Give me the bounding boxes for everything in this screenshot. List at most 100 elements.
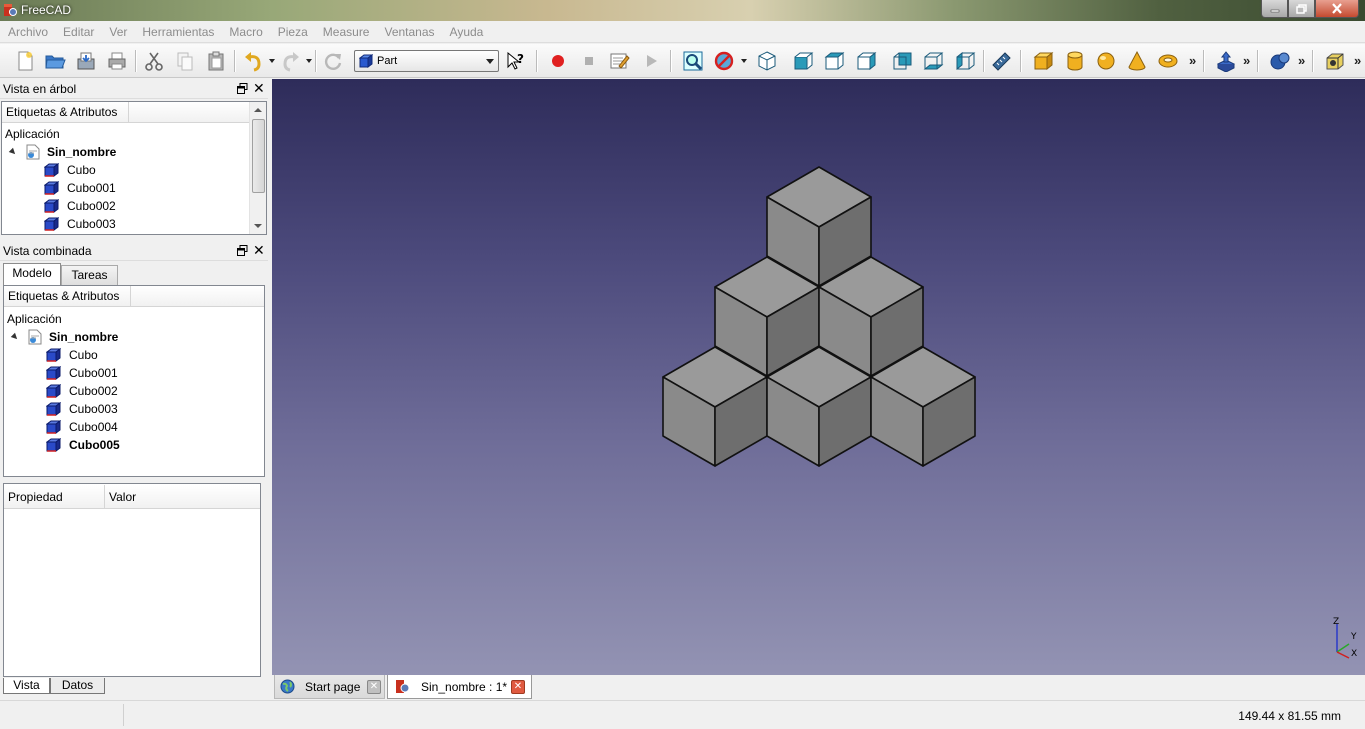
undo-button[interactable] [240, 49, 266, 73]
scroll-up-icon[interactable] [254, 108, 262, 112]
scrollbar-thumb[interactable] [252, 119, 265, 193]
workbench-selector[interactable]: Part [354, 50, 499, 72]
new-document-button[interactable] [12, 49, 38, 73]
sphere-primitive-icon [1097, 52, 1115, 70]
scroll-down-icon[interactable] [254, 224, 262, 228]
view-top-button[interactable] [821, 49, 847, 73]
menu-herramientas[interactable]: Herramientas [134, 21, 221, 43]
float-panel-icon[interactable] [237, 245, 248, 256]
view-rear-button[interactable] [889, 49, 915, 73]
tab-modelo[interactable]: Modelo [3, 263, 61, 285]
close-tab-icon[interactable]: ✕ [511, 680, 525, 694]
menu-macro[interactable]: Macro [221, 21, 269, 43]
menu-ver[interactable]: Ver [101, 21, 134, 43]
measure-button[interactable] [988, 49, 1014, 73]
macro-edit-icon [610, 53, 630, 69]
cut-button[interactable] [141, 49, 167, 73]
expand-arrow-icon[interactable] [10, 332, 20, 342]
whats-this-icon: ? [507, 51, 524, 70]
toolbar-overflow-4[interactable]: » [1354, 53, 1361, 68]
view-isometric-button[interactable] [754, 49, 780, 73]
draw-style-dropdown-icon[interactable] [741, 59, 747, 63]
view-right-button[interactable] [853, 49, 879, 73]
cube-object-icon [46, 384, 61, 398]
part-extrude-button[interactable] [1213, 49, 1239, 73]
toolbar-overflow-3[interactable]: » [1298, 53, 1305, 68]
copy-icon [177, 52, 193, 71]
part-sphere-button[interactable] [1093, 49, 1119, 73]
undo-dropdown-icon[interactable] [269, 59, 275, 63]
model-item-label: Cubo003 [69, 402, 118, 416]
macro-stop-button[interactable] [576, 49, 602, 73]
3d-viewport[interactable]: Z Y X [272, 79, 1365, 675]
part-cylinder-button[interactable] [1062, 49, 1088, 73]
tab-start-page[interactable]: Start page ✕ [274, 675, 385, 699]
paste-button[interactable] [203, 49, 229, 73]
menu-measure[interactable]: Measure [315, 21, 377, 43]
refresh-button[interactable] [320, 49, 346, 73]
property-column[interactable]: Propiedad [4, 485, 105, 509]
restore-button[interactable] [1288, 0, 1315, 18]
cube-object-icon [44, 199, 59, 213]
part-boolean-button[interactable] [1267, 49, 1293, 73]
close-panel-icon[interactable]: ✕ [253, 242, 265, 258]
save-button[interactable] [73, 49, 99, 73]
status-bar: 149.44 x 81.55 mm [0, 700, 1365, 729]
cube-object-icon [46, 402, 61, 416]
labels-attributes-column[interactable]: Etiquetas & Atributos [2, 102, 129, 123]
menu-pieza[interactable]: Pieza [270, 21, 315, 43]
expand-arrow-icon[interactable] [8, 147, 18, 157]
fit-all-button[interactable] [680, 49, 706, 73]
toolbar-overflow-1[interactable]: » [1189, 53, 1196, 68]
model-root-application[interactable]: Aplicación [7, 310, 62, 328]
macro-execute-button[interactable] [638, 49, 664, 73]
part-box-button[interactable] [1030, 49, 1056, 73]
part-chamfer-button[interactable] [1322, 49, 1348, 73]
tab-tareas[interactable]: Tareas [61, 265, 118, 285]
view-left-button[interactable] [952, 49, 978, 73]
whats-this-button[interactable]: ? [502, 49, 528, 73]
tab-datos[interactable]: Datos [50, 678, 105, 694]
part-workbench-icon [359, 54, 373, 68]
redo-button[interactable] [278, 49, 304, 73]
menu-bar: Archivo Editar Ver Herramientas Macro Pi… [0, 21, 1365, 43]
minimize-button[interactable] [1261, 0, 1288, 18]
menu-ayuda[interactable]: Ayuda [442, 21, 491, 43]
model-tree-panel: Etiquetas & Atributos Aplicación Sin_nom… [3, 285, 265, 477]
part-cone-button[interactable] [1124, 49, 1150, 73]
menu-archivo[interactable]: Archivo [0, 21, 55, 43]
tree-item-label: Cubo003 [67, 217, 116, 231]
close-window-button[interactable] [1315, 0, 1359, 18]
macro-record-button[interactable] [545, 49, 571, 73]
save-icon [77, 52, 95, 70]
close-tab-icon[interactable]: ✕ [367, 680, 381, 694]
draw-style-button[interactable] [711, 49, 737, 73]
value-column[interactable]: Valor [105, 485, 260, 509]
tree-view-scrollbar[interactable] [249, 102, 266, 234]
view-front-button[interactable] [790, 49, 816, 73]
close-icon [1332, 3, 1342, 14]
tree-root-application[interactable]: Aplicación [5, 125, 60, 143]
redo-dropdown-icon[interactable] [306, 59, 312, 63]
float-panel-icon[interactable] [237, 83, 248, 94]
tab-start-page-label: Start page [305, 680, 361, 694]
model-document-node[interactable]: Sin_nombre [10, 328, 232, 346]
cube-pyramid-scene[interactable] [272, 79, 1365, 675]
copy-button[interactable] [172, 49, 198, 73]
document-tabs: Start page ✕ Sin_nombre : 1* ✕ [272, 675, 1365, 700]
printer-icon [108, 52, 126, 70]
part-torus-button[interactable] [1155, 49, 1181, 73]
macro-edit-button[interactable] [606, 49, 632, 73]
menu-editar[interactable]: Editar [55, 21, 101, 43]
menu-ventanas[interactable]: Ventanas [376, 21, 441, 43]
tab-sin-nombre[interactable]: Sin_nombre : 1* ✕ [387, 675, 532, 699]
labels-attributes-column[interactable]: Etiquetas & Atributos [4, 286, 131, 307]
tab-vista[interactable]: Vista [3, 678, 50, 694]
open-button[interactable] [42, 49, 68, 73]
print-button[interactable] [104, 49, 130, 73]
close-panel-icon[interactable]: ✕ [253, 80, 265, 96]
cube-object-icon [46, 366, 61, 380]
view-bottom-button[interactable] [920, 49, 946, 73]
tree-document-node[interactable]: Sin_nombre [8, 143, 230, 161]
toolbar-overflow-2[interactable]: » [1243, 53, 1250, 68]
